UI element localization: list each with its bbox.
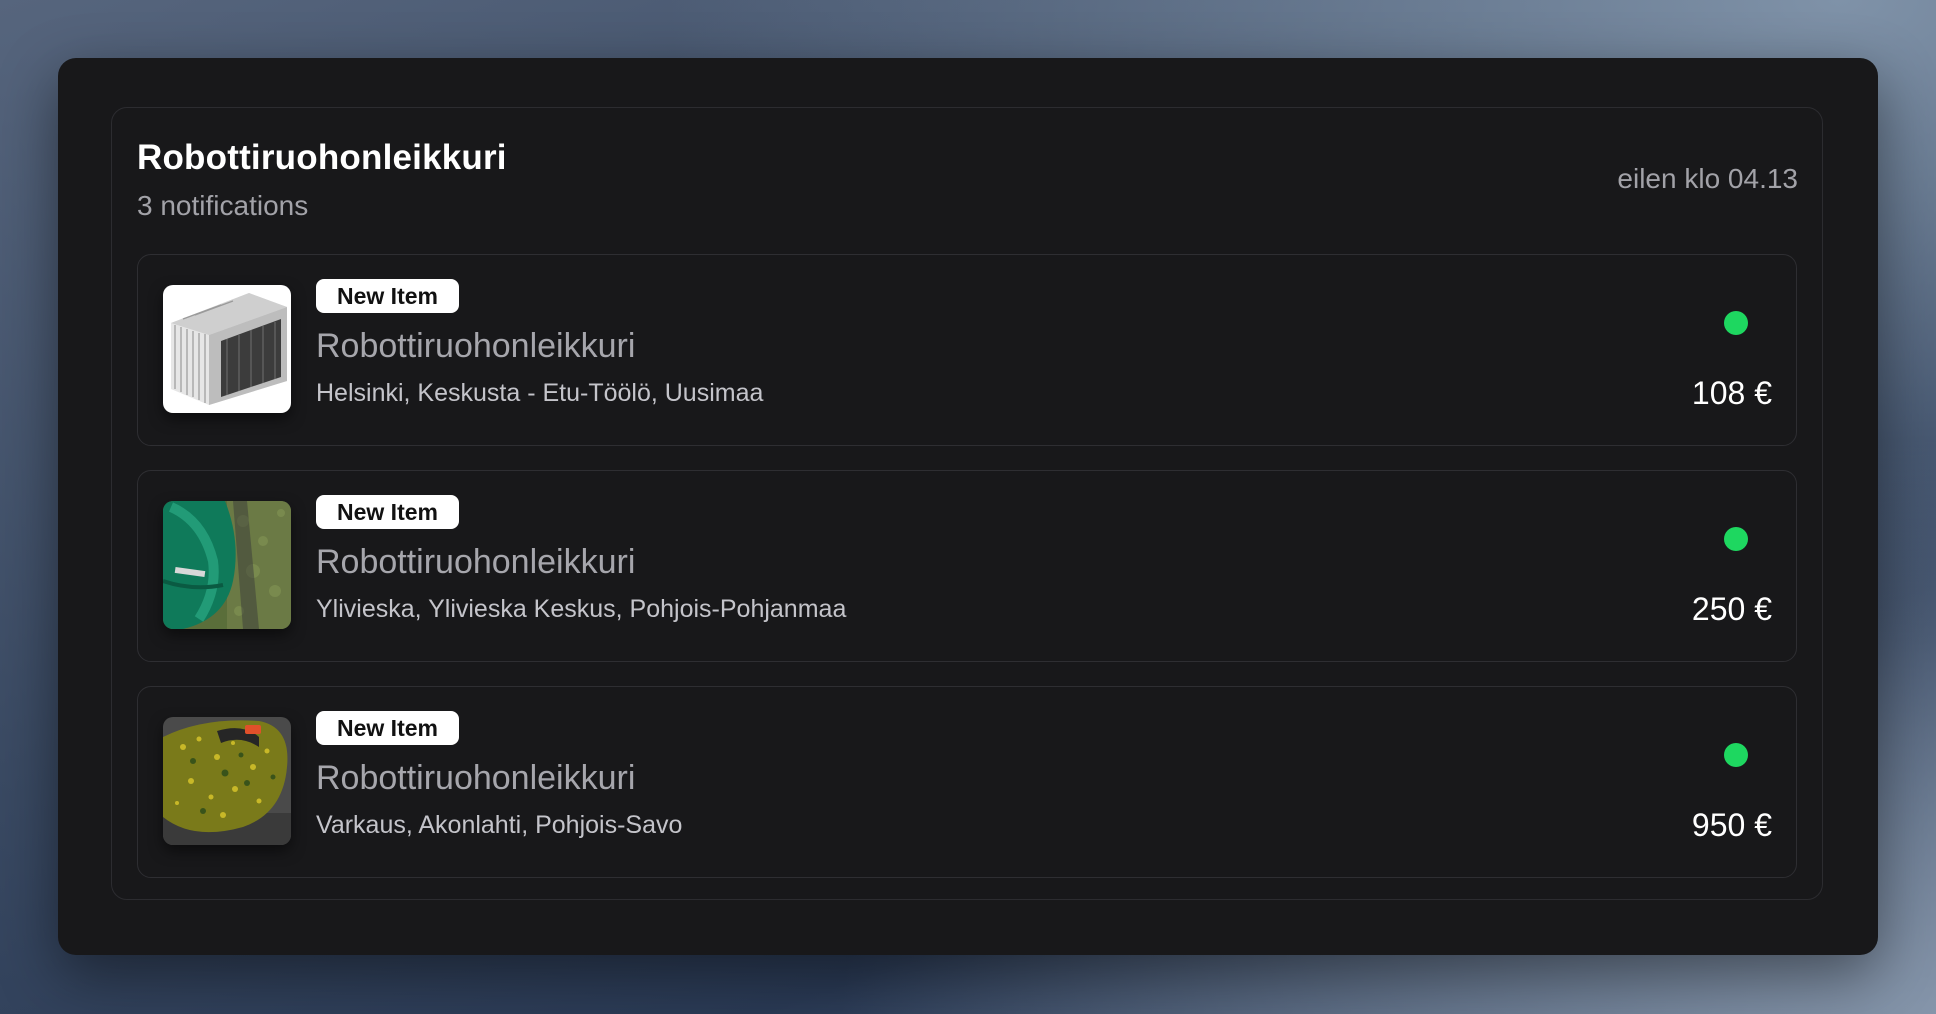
item-title: Robottiruohonleikkuri xyxy=(316,327,636,365)
notification-item[interactable]: New Item Robottiruohonleikkuri Varkaus, … xyxy=(137,686,1797,878)
notification-count: 3 notifications xyxy=(137,190,309,221)
garage-shelter-image xyxy=(163,285,291,413)
notification-group: Robottiruohonleikkuri 3 notifications ei… xyxy=(111,107,1823,900)
status-dot-icon xyxy=(1724,311,1748,335)
item-price: 950 € xyxy=(1691,807,1772,843)
item-location: Helsinki, Keskusta - Etu-Töölö, Uusimaa xyxy=(316,379,764,407)
notification-item[interactable]: New Item Robottiruohonleikkuri Ylivieska… xyxy=(137,470,1797,662)
item-price: 250 € xyxy=(1691,591,1772,627)
glitter-mower-image xyxy=(163,717,291,845)
notification-item[interactable]: New Item Robottiruohonleikkuri Helsinki,… xyxy=(137,254,1797,446)
timestamp: eilen klo 04.13 xyxy=(1617,163,1798,194)
notification-window: Robottiruohonleikkuri 3 notifications ei… xyxy=(58,58,1878,955)
item-title: Robottiruohonleikkuri xyxy=(316,759,636,797)
new-item-badge: New Item xyxy=(316,279,459,313)
group-title: Robottiruohonleikkuri xyxy=(137,138,507,177)
new-item-badge: New Item xyxy=(316,495,459,529)
green-mower-image xyxy=(163,501,291,629)
item-price: 108 € xyxy=(1691,375,1772,411)
item-location: Varkaus, Akonlahti, Pohjois-Savo xyxy=(316,811,683,839)
status-dot-icon xyxy=(1724,743,1748,767)
new-item-badge: New Item xyxy=(316,711,459,745)
item-title: Robottiruohonleikkuri xyxy=(316,543,636,581)
item-location: Ylivieska, Ylivieska Keskus, Pohjois-Poh… xyxy=(316,595,847,623)
status-dot-icon xyxy=(1724,527,1748,551)
